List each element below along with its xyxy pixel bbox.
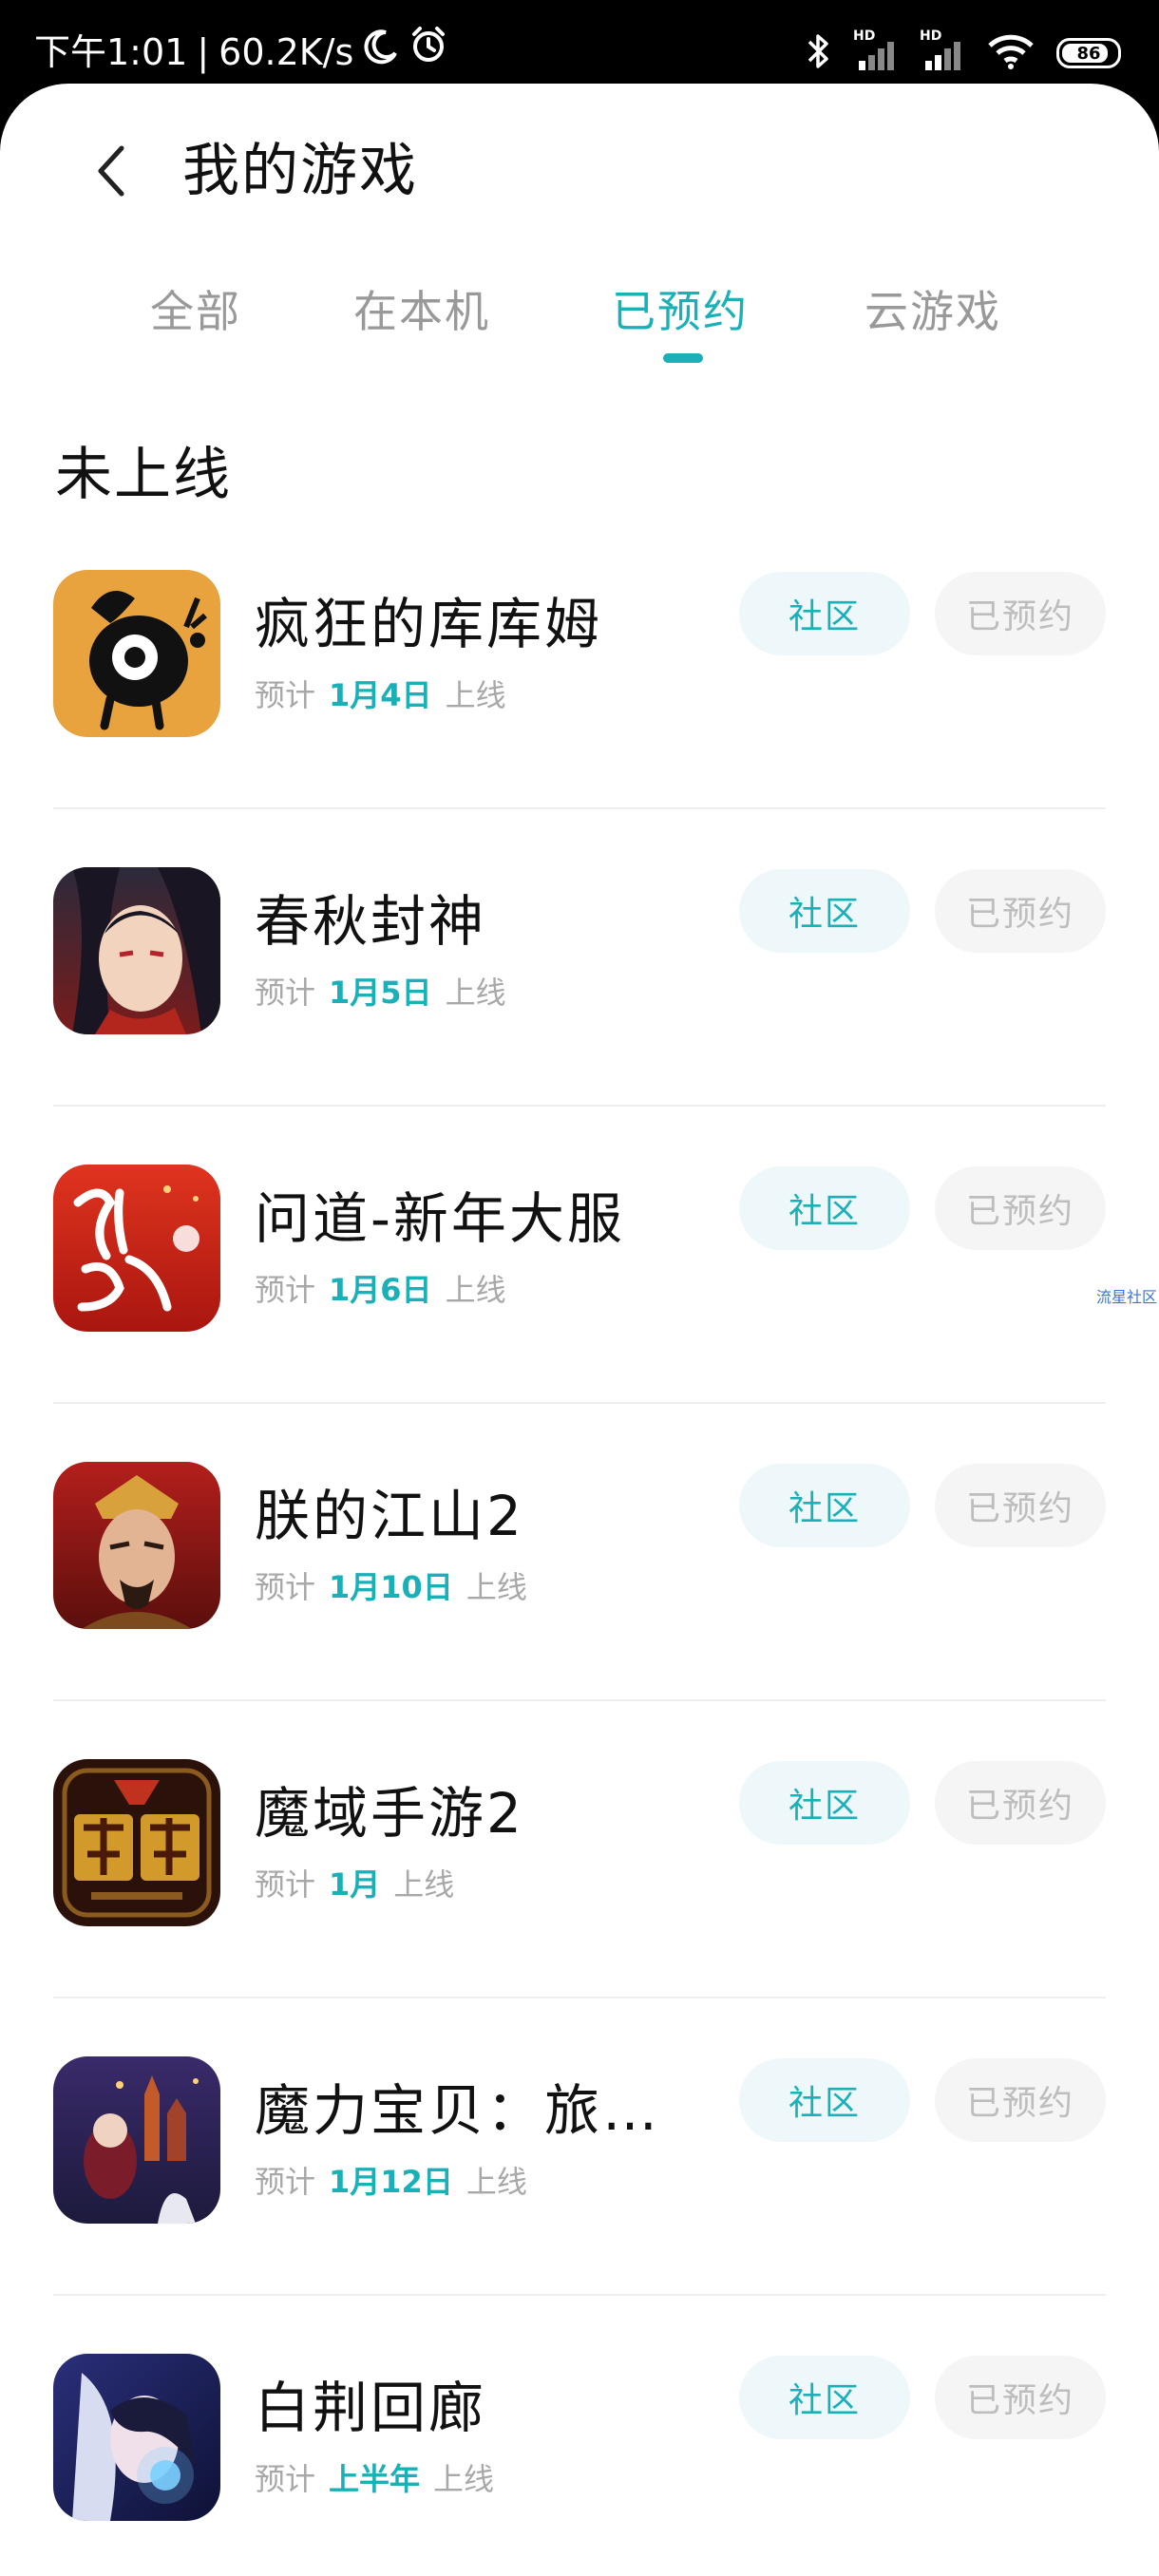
community-button[interactable]: 社区 <box>739 2356 910 2439</box>
reserved-button[interactable]: 已预约 <box>935 2058 1106 2142</box>
list-item[interactable]: 问道-新年大服 预计 1月6日 上线 社区 已预约 <box>0 1165 1159 1462</box>
tab-on-device[interactable]: 在本机 <box>353 274 490 350</box>
game-name: 问道-新年大服 <box>255 1186 625 1251</box>
game-icon-baijing[interactable] <box>53 2354 220 2521</box>
game-name: 朕的江山2 <box>255 1484 524 1548</box>
reserved-button[interactable]: 已预约 <box>935 1761 1106 1845</box>
game-name: 疯狂的库库姆 <box>255 592 603 656</box>
tab-active-indicator <box>663 353 703 363</box>
game-icon-molibaobei[interactable] <box>53 2056 220 2224</box>
game-release-date: 预计 1月10日 上线 <box>255 1569 527 1605</box>
community-button[interactable]: 社区 <box>739 869 910 953</box>
game-icon-wendao[interactable] <box>53 1165 220 1332</box>
tab-all[interactable]: 全部 <box>150 274 241 350</box>
header: 我的游戏 <box>0 84 1159 255</box>
divider <box>53 1997 1106 1998</box>
community-button[interactable]: 社区 <box>739 1464 910 1547</box>
game-release-date: 预计 1月4日 上线 <box>255 677 506 713</box>
list-item[interactable]: 白荆回廊 预计 上半年 上线 社区 已预约 <box>0 2354 1159 2576</box>
game-icon-moyu[interactable] <box>53 1759 220 1926</box>
signal-1-icon: HD <box>853 28 899 74</box>
battery-level: 86 <box>1076 43 1101 64</box>
game-release-date: 预计 1月5日 上线 <box>255 975 506 1011</box>
list-item[interactable]: 春秋封神 预计 1月5日 上线 社区 已预约 <box>0 867 1159 1165</box>
main-sheet: 我的游戏 全部 在本机 已预约 云游戏 未上线 疯狂的库库姆 预计 1月4日 上… <box>0 84 1159 2576</box>
game-list: 疯狂的库库姆 预计 1月4日 上线 社区 已预约 春秋封神 预计 1月5日 上线… <box>0 570 1159 2576</box>
float-community-link[interactable]: 流星社区 <box>1096 1284 1157 1307</box>
reserved-button[interactable]: 已预约 <box>935 2356 1106 2439</box>
tab-bar: 全部 在本机 已预约 云游戏 <box>0 274 1159 378</box>
signal-2-icon: HD <box>920 28 965 74</box>
list-item[interactable]: 魔力宝贝：旅… 预计 1月12日 上线 社区 已预约 <box>0 2056 1159 2354</box>
page-title: 我的游戏 <box>182 138 418 204</box>
back-button[interactable] <box>74 133 150 209</box>
list-item[interactable]: 魔域手游2 预计 1月 上线 社区 已预约 <box>0 1759 1159 2056</box>
wifi-icon <box>986 32 1036 74</box>
divider <box>53 1402 1106 1404</box>
game-release-date: 预计 1月 上线 <box>255 1866 455 1903</box>
status-right: HD HD 86 <box>806 27 1121 80</box>
tab-cloud-games[interactable]: 云游戏 <box>864 274 1001 350</box>
tab-reserved[interactable]: 已预约 <box>612 274 749 350</box>
divider <box>53 2294 1106 2296</box>
network-speed: 60.2K/s <box>218 31 354 73</box>
battery-icon: 86 <box>1056 38 1121 68</box>
game-name: 魔力宝贝：旅… <box>255 2078 661 2143</box>
game-name: 魔域手游2 <box>255 1781 524 1846</box>
game-icon-kukumu[interactable] <box>53 570 220 737</box>
list-item[interactable]: 朕的江山2 预计 1月10日 上线 社区 已预约 <box>0 1462 1159 1759</box>
bluetooth-icon <box>806 30 832 76</box>
status-left: 下午1:01 | 60.2K/s <box>34 25 448 80</box>
game-release-date: 预计 1月6日 上线 <box>255 1272 506 1308</box>
moon-icon <box>363 25 399 80</box>
divider <box>53 807 1106 809</box>
game-name: 白荆回廊 <box>255 2376 487 2440</box>
game-release-date: 预计 1月12日 上线 <box>255 2164 527 2200</box>
reserved-button[interactable]: 已预约 <box>935 572 1106 655</box>
reserved-button[interactable]: 已预约 <box>935 1166 1106 1250</box>
community-button[interactable]: 社区 <box>739 1166 910 1250</box>
divider <box>53 1105 1106 1107</box>
status-separator: | <box>197 31 210 73</box>
game-name: 春秋封神 <box>255 889 487 954</box>
game-release-date: 预计 上半年 上线 <box>255 2461 495 2497</box>
community-button[interactable]: 社区 <box>739 572 910 655</box>
list-item[interactable]: 疯狂的库库姆 预计 1月4日 上线 社区 已预约 <box>0 570 1159 867</box>
section-title: 未上线 <box>55 442 232 508</box>
reserved-button[interactable]: 已预约 <box>935 869 1106 953</box>
community-button[interactable]: 社区 <box>739 1761 910 1845</box>
status-time: 下午1:01 <box>34 31 188 73</box>
chevron-left-icon <box>98 145 124 197</box>
game-icon-chunqiu[interactable] <box>53 867 220 1034</box>
community-button[interactable]: 社区 <box>739 2058 910 2142</box>
alarm-icon <box>408 25 448 80</box>
reserved-button[interactable]: 已预约 <box>935 1464 1106 1547</box>
divider <box>53 1699 1106 1701</box>
game-icon-zhen[interactable] <box>53 1462 220 1629</box>
status-bar: 下午1:01 | 60.2K/s HD HD 86 <box>0 0 1159 95</box>
